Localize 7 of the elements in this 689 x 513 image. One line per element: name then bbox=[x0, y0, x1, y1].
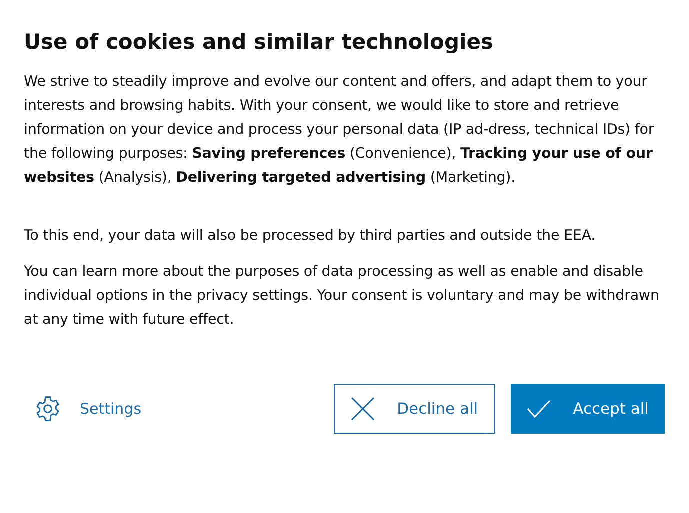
dialog-title: Use of cookies and similar technologies bbox=[24, 30, 494, 54]
decline-button[interactable]: Decline all bbox=[334, 384, 496, 434]
paragraph: You can learn more about the purposes of data processing as well as enable and disable individual options in the privacy settings. Your consent is voluntary and may be withdrawn at any time with future effect. bbox=[24, 263, 660, 330]
accept-button[interactable]: Accept all bbox=[511, 384, 665, 434]
paragraph: To this end, your data will also be processed by third parties and outside the EEA. bbox=[24, 227, 597, 246]
paragraph: We strive to steadily improve and evolve our content and offers, and adapt them to your interests and browsing habits. With your consent, we would like to store and retrieve information on your device and process your personal data (IP ad-dress, technical IDs) for the following purposes: Saving preferences (Convenience), Tracking your use of our websites (Analysis), Delivering targeted advertising (Marketing). bbox=[24, 73, 656, 188]
settings-link[interactable]: Settings bbox=[34, 395, 142, 423]
